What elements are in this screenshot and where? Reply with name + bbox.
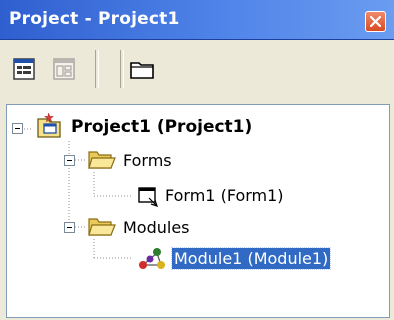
tree-node-form1[interactable]: Form1 (Form1) xyxy=(165,186,284,205)
project-icon xyxy=(37,113,61,138)
close-icon xyxy=(369,15,382,28)
form-icon xyxy=(138,187,158,207)
view-code-icon xyxy=(13,58,35,80)
tree-node-modules[interactable]: Modules xyxy=(123,218,190,237)
collapse-toggle-project[interactable] xyxy=(12,123,23,134)
window-title: Project - Project1 xyxy=(9,9,180,29)
folder-open-icon xyxy=(88,151,116,169)
collapse-toggle-modules[interactable] xyxy=(64,222,75,233)
folder-open-icon xyxy=(88,218,116,236)
tree-node-project[interactable]: Project1 (Project1) xyxy=(71,117,252,137)
module-icon xyxy=(139,248,165,269)
project-tree[interactable]: Project1 (Project1) Forms Form1 (Form1) … xyxy=(6,104,390,318)
toolbar xyxy=(0,40,394,104)
view-object-icon xyxy=(53,58,75,80)
title-bar[interactable]: Project - Project1 xyxy=(0,0,394,40)
project-explorer-window: Project - Project1 Project1 (Project1) F… xyxy=(0,0,394,320)
view-object-button[interactable] xyxy=(50,55,78,83)
toolbar-separator xyxy=(95,50,99,88)
tree-node-module1[interactable]: Module1 (Module1) xyxy=(170,247,332,270)
toggle-folders-icon xyxy=(130,62,154,79)
toggle-folders-button[interactable] xyxy=(128,55,156,83)
view-code-button[interactable] xyxy=(10,55,38,83)
close-button[interactable] xyxy=(365,11,386,32)
tree-node-forms[interactable]: Forms xyxy=(123,151,172,170)
collapse-toggle-forms[interactable] xyxy=(64,155,75,166)
toolbar-separator xyxy=(120,50,124,88)
